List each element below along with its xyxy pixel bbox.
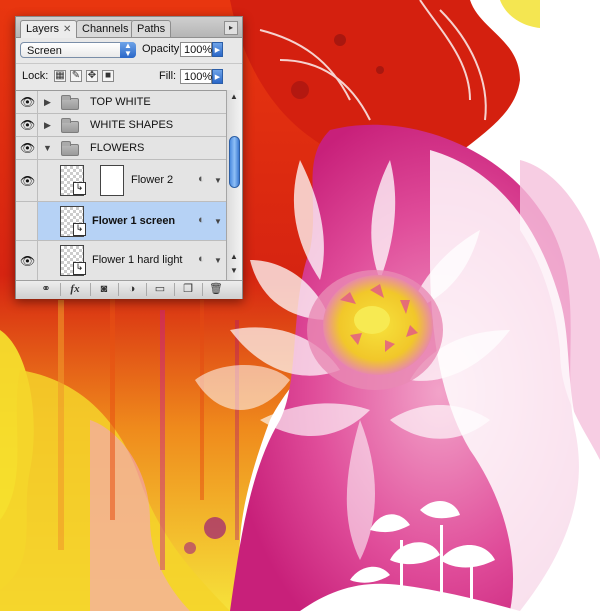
layer-row-flower-2[interactable]: 👁 ↳ Flower 2 ◐ ▼ — [16, 160, 226, 202]
tab-channels-label: Channels — [82, 23, 129, 35]
close-icon[interactable]: ✕ — [63, 24, 71, 35]
footer-divider — [202, 283, 203, 296]
visibility-eye-icon[interactable]: 👁 — [16, 160, 38, 201]
footer-divider — [174, 283, 175, 296]
scroll-down-icon[interactable]: ▼ — [230, 266, 238, 275]
folder-icon — [61, 141, 79, 156]
fill-slider-arrow-icon[interactable]: ▶ — [212, 69, 223, 84]
new-group-icon[interactable]: ▭ — [150, 283, 170, 296]
palette-menu-icon[interactable]: ▸ — [224, 21, 238, 35]
tab-paths-label: Paths — [137, 23, 166, 35]
layers-palette: Layers ✕ Channels Paths ▸ Screen ▲ ▼ Opaci… — [15, 16, 243, 299]
layer-name: WHITE SHAPES — [90, 119, 174, 131]
visibility-eye-icon[interactable]: 👁 — [16, 114, 38, 136]
visibility-toggle-empty[interactable] — [16, 202, 38, 240]
fill-field[interactable]: 100% — [180, 69, 212, 84]
folder-icon — [61, 118, 79, 133]
add-mask-icon[interactable]: ◙ — [94, 283, 114, 296]
link-layers-icon[interactable]: ⚭ — [36, 283, 56, 296]
dropdown-arrow-icon[interactable]: ▼ — [214, 217, 222, 226]
blend-mode-select[interactable]: Screen ▲ ▼ — [20, 42, 136, 58]
layer-row-top-white[interactable]: 👁 ▶ TOP WHITE — [16, 91, 226, 114]
opacity-slider-arrow-icon[interactable]: ▶ — [212, 42, 223, 57]
lock-position-icon[interactable]: ✥ — [86, 70, 98, 82]
footer-divider — [118, 283, 119, 296]
palette-footer: ⚭ fx ◙ ◑ ▭ ❐ 🗑 — [16, 280, 242, 299]
footer-divider — [90, 283, 91, 296]
palette-tab-bar: Layers ✕ Channels Paths ▸ — [16, 17, 242, 38]
opacity-label: Opacity: — [142, 43, 183, 55]
layer-name: TOP WHITE — [90, 96, 151, 108]
fill-label: Fill: — [159, 70, 177, 82]
visibility-eye-icon[interactable]: 👁 — [16, 91, 38, 113]
scroll-up-icon[interactable]: ▲ — [230, 92, 238, 101]
visibility-eye-icon[interactable]: 👁 — [16, 137, 38, 159]
new-layer-icon[interactable]: ❐ — [178, 283, 198, 296]
smart-object-icon: ↳ — [73, 262, 86, 275]
footer-divider — [60, 283, 61, 296]
tab-layers[interactable]: Layers ✕ — [20, 20, 78, 38]
layer-style-icon[interactable]: ◐ — [198, 253, 205, 265]
layer-name: FLOWERS — [90, 142, 145, 154]
layer-list-scrollbar[interactable]: ▲ ▲ ▼ — [226, 90, 242, 280]
layer-style-icon[interactable]: ◐ — [198, 214, 205, 226]
layer-style-icon[interactable]: ◐ — [198, 173, 205, 185]
fx-icon[interactable]: fx — [64, 283, 86, 296]
layer-list: 👁 ▶ TOP WHITE 👁 ▶ WHITE SHAPES 👁 ▼ FLOWE… — [16, 90, 226, 281]
collapse-triangle-icon[interactable]: ▼ — [43, 143, 52, 153]
lock-label: Lock: — [22, 70, 49, 82]
scroll-up-icon[interactable]: ▲ — [230, 252, 238, 261]
lock-image-pixels-icon[interactable]: ✎ — [70, 70, 82, 82]
lock-row: Lock: ▦ ✎ ✥ ■ Fill: 100% ▶ — [16, 63, 242, 90]
tab-channels[interactable]: Channels — [76, 20, 135, 37]
layer-name: Flower 1 screen — [92, 215, 176, 227]
visibility-eye-icon[interactable]: 👁 — [16, 241, 38, 280]
layer-row-flowers[interactable]: 👁 ▼ FLOWERS — [16, 137, 226, 160]
adjustment-layer-icon[interactable]: ◑ — [122, 283, 142, 296]
layer-mask-thumbnail[interactable] — [100, 165, 124, 196]
smart-object-icon: ↳ — [73, 223, 86, 236]
folder-icon — [61, 95, 79, 110]
footer-divider — [146, 283, 147, 296]
lock-all-icon[interactable]: ■ — [102, 70, 114, 82]
opacity-field[interactable]: 100% — [180, 42, 212, 57]
dropdown-arrow-icon[interactable]: ▼ — [214, 176, 222, 185]
scroll-thumb[interactable] — [229, 136, 240, 188]
layer-row-flower-1-screen[interactable]: ↳ Flower 1 screen ◐ ▼ — [16, 202, 226, 241]
tab-paths[interactable]: Paths — [131, 20, 172, 37]
smart-object-icon: ↳ — [73, 182, 86, 195]
expand-triangle-icon[interactable]: ▶ — [44, 97, 51, 108]
trash-icon[interactable]: 🗑 — [206, 283, 226, 296]
layer-row-white-shapes[interactable]: 👁 ▶ WHITE SHAPES — [16, 114, 226, 137]
blend-row: Screen ▲ ▼ Opacity: 100% ▶ — [16, 38, 242, 62]
blend-mode-value: Screen — [27, 45, 62, 57]
tab-layers-label: Layers — [26, 23, 60, 35]
lock-transparent-pixels-icon[interactable]: ▦ — [54, 70, 66, 82]
layer-name: Flower 1 hard light — [92, 254, 183, 266]
updown-arrow-icon: ▲ ▼ — [120, 42, 136, 58]
expand-triangle-icon[interactable]: ▶ — [44, 120, 51, 131]
dropdown-arrow-icon[interactable]: ▼ — [214, 256, 222, 265]
layer-name: Flower 2 — [131, 174, 174, 186]
layer-row-flower-1-hard-light[interactable]: 👁 ↳ Flower 1 hard light ◐ ▼ — [16, 241, 226, 281]
